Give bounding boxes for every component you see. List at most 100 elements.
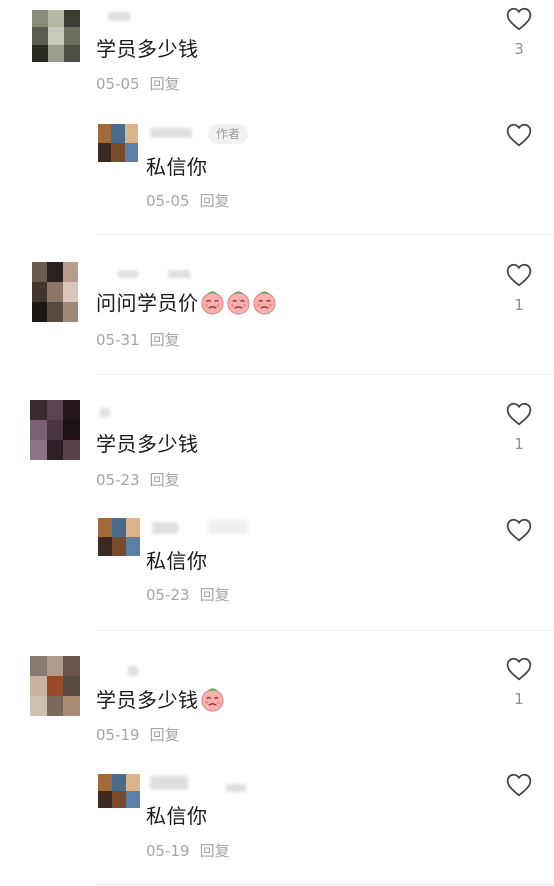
avatar-mosaic-cell — [112, 537, 126, 556]
avatar-mosaic-cell — [98, 124, 112, 143]
reply-button[interactable]: 回复 — [150, 75, 180, 93]
comment-meta: 05-05 回复 — [96, 74, 180, 94]
comment-text-content: 问问学员价 — [96, 291, 199, 315]
avatar-mosaic-cell — [48, 27, 64, 46]
reply-button[interactable]: 回复 — [200, 586, 230, 604]
comment-text: 学员多少钱 — [96, 37, 199, 61]
avatar-mosaic-cell — [98, 537, 112, 556]
avatar-mosaic-cell — [111, 143, 126, 162]
comment-meta: 05-31 回复 — [96, 330, 180, 350]
username-redacted[interactable] — [150, 128, 192, 138]
avatar[interactable] — [30, 400, 80, 460]
username-redacted[interactable] — [152, 522, 178, 534]
avatar-mosaic-cell — [63, 420, 80, 440]
avatar-mosaic-cell — [126, 791, 140, 808]
avatar-mosaic-cell — [98, 774, 112, 791]
comment-date: 05-19 — [96, 726, 140, 744]
comment-meta: 05-19 回复 — [96, 725, 180, 745]
reply-button[interactable]: 回复 — [150, 331, 180, 349]
comment-date: 05-05 — [96, 75, 140, 93]
comment-text: 学员多少钱 — [96, 432, 199, 456]
avatar-mosaic-cell — [30, 420, 47, 440]
avatar[interactable] — [30, 656, 80, 716]
username-redacted[interactable] — [100, 408, 110, 417]
avatar-mosaic-cell — [30, 400, 47, 420]
reply-meta: 05-23 回复 — [146, 585, 230, 605]
peach-face-emoji-icon — [200, 290, 225, 315]
reply-meta: 05-19 回复 — [146, 841, 230, 861]
reply-text: 私信你 — [146, 155, 208, 179]
avatar-mosaic-cell — [64, 27, 80, 46]
like-heart-icon[interactable] — [506, 518, 532, 542]
reply-text: 私信你 — [146, 549, 208, 573]
username-redacted[interactable] — [128, 666, 138, 676]
like-heart-icon[interactable] — [506, 7, 532, 31]
avatar-mosaic-cell — [126, 537, 140, 556]
avatar[interactable] — [32, 10, 80, 62]
avatar-mosaic-cell — [46, 656, 64, 676]
avatar-mosaic-cell — [30, 696, 47, 716]
avatar-mosaic-cell — [98, 143, 112, 162]
avatar-mosaic-cell — [63, 440, 80, 460]
peach-face-emoji-icon — [252, 290, 277, 315]
avatar-mosaic-cell — [62, 302, 78, 322]
avatar-mosaic-cell — [46, 440, 64, 460]
avatar-mosaic-cell — [112, 791, 126, 808]
reply-button[interactable]: 回复 — [200, 842, 230, 860]
comment-meta: 05-23 回复 — [96, 470, 180, 490]
emoji-row — [199, 291, 277, 315]
avatar-mosaic-cell — [32, 27, 48, 46]
avatar[interactable] — [32, 262, 78, 322]
like-heart-icon[interactable] — [506, 773, 532, 797]
username-redacted[interactable] — [168, 270, 190, 278]
avatar-mosaic-cell — [47, 302, 64, 322]
author-badge: 作者 — [208, 124, 249, 144]
like-heart-icon[interactable] — [506, 657, 532, 681]
like-heart-icon[interactable] — [506, 123, 532, 147]
username-redacted[interactable] — [108, 12, 130, 21]
avatar-mosaic-cell — [62, 262, 78, 282]
avatar-mosaic-cell — [47, 262, 64, 282]
peach-face-emoji-icon — [200, 687, 225, 712]
avatar-mosaic-cell — [98, 791, 112, 808]
username-redacted[interactable] — [208, 520, 248, 534]
username-redacted[interactable] — [118, 270, 138, 278]
avatar-mosaic-cell — [48, 44, 64, 62]
reply-button[interactable]: 回复 — [150, 726, 180, 744]
divider — [96, 234, 554, 235]
divider — [96, 630, 554, 631]
avatar-mosaic-cell — [32, 282, 48, 302]
avatar-mosaic-cell — [47, 282, 64, 302]
username-redacted[interactable] — [150, 776, 188, 790]
avatar-mosaic-cell — [46, 696, 64, 716]
like-heart-icon[interactable] — [506, 402, 532, 426]
reply-date: 05-19 — [146, 842, 190, 860]
reply-button[interactable]: 回复 — [150, 471, 180, 489]
avatar-mosaic-cell — [126, 774, 140, 791]
avatar-mosaic-cell — [30, 656, 47, 676]
avatar-mosaic-cell — [124, 143, 138, 162]
username-redacted[interactable] — [226, 784, 246, 792]
avatar[interactable] — [98, 518, 140, 556]
comment-text: 学员多少钱 — [96, 687, 225, 713]
like-heart-icon[interactable] — [506, 263, 532, 287]
avatar-mosaic-cell — [46, 676, 64, 696]
divider — [96, 884, 554, 885]
comment-date: 05-31 — [96, 331, 140, 349]
avatar[interactable] — [98, 124, 138, 162]
reply-button[interactable]: 回复 — [200, 192, 230, 210]
emoji-row — [199, 688, 225, 712]
avatar-mosaic-cell — [46, 420, 64, 440]
avatar-mosaic-cell — [112, 518, 126, 537]
reply-meta: 05-05 回复 — [146, 191, 230, 211]
like-count: 1 — [514, 435, 524, 453]
avatar-mosaic-cell — [30, 440, 47, 460]
comment-date: 05-23 — [96, 471, 140, 489]
reply-text: 私信你 — [146, 804, 208, 828]
avatar-mosaic-cell — [126, 518, 140, 537]
avatar[interactable] — [98, 774, 140, 808]
avatar-mosaic-cell — [63, 656, 80, 676]
avatar-mosaic-cell — [64, 10, 80, 28]
avatar-mosaic-cell — [48, 10, 64, 28]
reply-date: 05-23 — [146, 586, 190, 604]
